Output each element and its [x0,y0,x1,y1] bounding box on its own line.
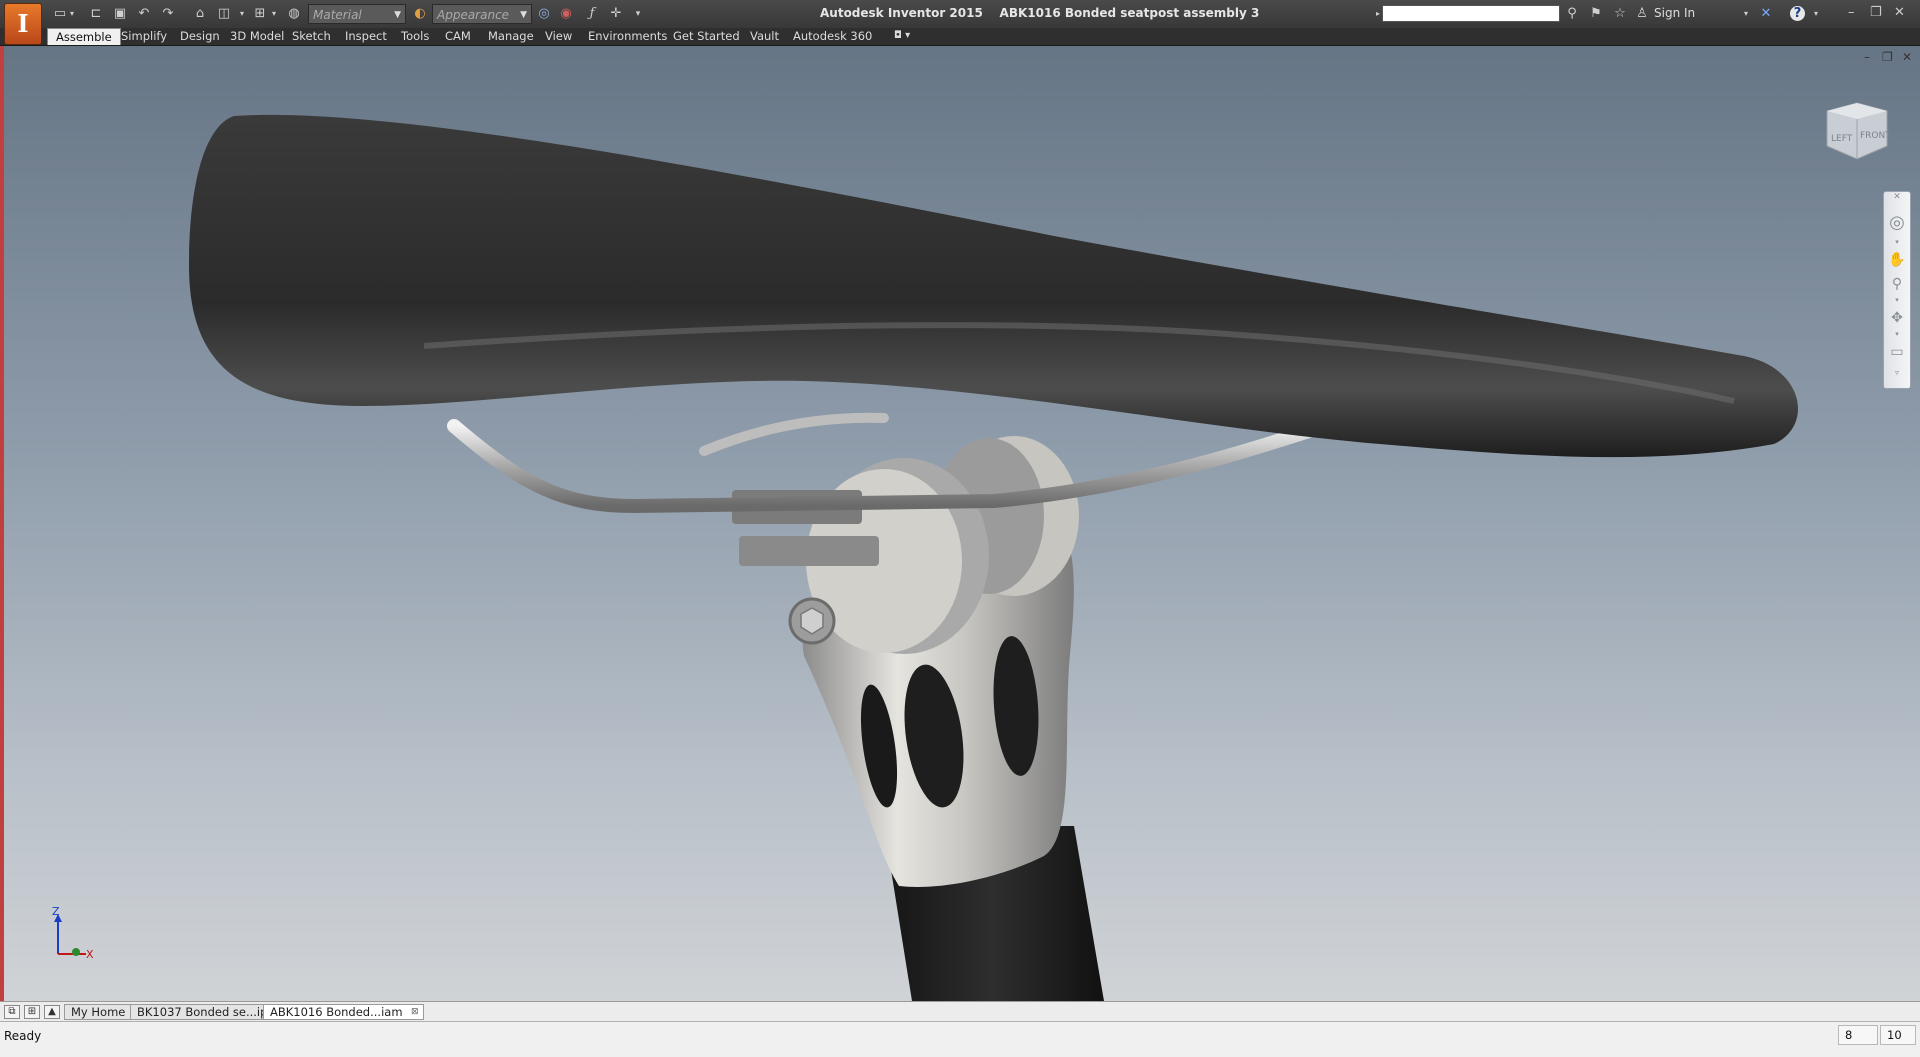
z-axis-label: Z [52,906,60,918]
orbit-dropdown-icon[interactable]: ▾ [1884,330,1910,338]
tab-vault[interactable]: Vault [742,28,787,45]
tab-autodesk-360[interactable]: Autodesk 360 [785,28,880,45]
close-window-icon[interactable]: ✕ [1894,5,1905,20]
tab-design[interactable]: Design [172,28,228,45]
material-placeholder: Material [313,8,362,22]
new-dropdown-icon[interactable]: ▾ [66,5,78,23]
tab-simplify[interactable]: Simplify [113,28,175,45]
status-count-b: 10 [1880,1025,1916,1045]
cascade-windows-icon[interactable]: ⊞ [24,1005,40,1019]
orbit-icon[interactable]: ✥ [1884,310,1910,326]
project-dropdown-icon[interactable]: ▾ [236,5,248,23]
tab-view[interactable]: View [537,28,580,45]
help-button[interactable]: ? [1790,6,1805,21]
tab-list-icon[interactable]: ▲ [44,1005,60,1019]
open-folder-icon[interactable]: ⊏ [86,5,106,23]
appearance-icon[interactable]: ◐ [410,5,430,23]
document-close-icon[interactable]: ✕ [1902,50,1912,64]
update-icon[interactable]: ◍ [284,5,304,23]
clear-appearance-icon[interactable]: ◉ [556,5,576,23]
customize-quick-access-icon[interactable]: ▾ [628,5,648,23]
exchange-apps-icon[interactable]: ✕ [1756,5,1776,23]
adjust-appearance-icon[interactable]: ◎ [534,5,554,23]
doc-tab-label: ABK1016 Bonded...iam [270,1005,403,1019]
minimize-window-icon[interactable]: – [1848,5,1855,20]
undo-icon[interactable]: ↶ [134,5,154,23]
status-bar: Ready 8 10 [0,1021,1920,1057]
tab-3d-model[interactable]: 3D Model [222,28,292,45]
parameters-fx-icon[interactable]: ƒ [582,5,602,23]
navbar-customize-icon[interactable]: ▿ [1884,368,1910,377]
tab-get-started[interactable]: Get Started [665,28,748,45]
application-menu-button[interactable]: I [4,3,42,45]
appearance-dropdown[interactable]: Appearance ▼ [432,4,532,24]
home-view-icon[interactable]: ⌂ [190,5,210,23]
doc-tab-my-home[interactable]: My Home [64,1004,133,1020]
steering-wheel-icon[interactable]: ◎ [1884,212,1910,233]
navbar-close-icon[interactable]: ✕ [1884,192,1910,202]
favorites-star-icon[interactable]: ☆ [1610,5,1630,23]
zoom-icon[interactable]: ⚲ [1884,276,1910,292]
tab-cam[interactable]: CAM [437,28,479,45]
search-binoculars-icon[interactable]: ⚲ [1562,5,1582,23]
viewcube[interactable]: LEFT FRONT [1817,101,1892,166]
tab-assemble[interactable]: Assemble [47,28,121,45]
subscription-icon[interactable]: ⚑ [1586,5,1606,23]
save-icon[interactable]: ▣ [110,5,130,23]
look-at-icon[interactable]: ▭ [1884,344,1910,360]
help-dropdown-icon[interactable]: ▾ [1806,5,1826,23]
tab-tools[interactable]: Tools [393,28,437,45]
ribbon-tab-bar: Assemble Simplify Design 3D Model Sketch… [0,28,1920,46]
graphics-viewport[interactable]: – ❐ ✕ LEFT FRONT ✕ ◎ ▾ ✋ ⚲ ▾ ✥ ▾ ▭ ▿ Z X [0,46,1920,1001]
navigation-bar: ✕ ◎ ▾ ✋ ⚲ ▾ ✥ ▾ ▭ ▿ [1883,191,1911,389]
seatpost-assembly-model[interactable] [4,46,1920,1001]
user-icon: ♙ [1636,6,1648,21]
close-tab-icon[interactable]: ⊠ [411,1005,419,1020]
pan-hand-icon[interactable]: ✋ [1884,252,1910,268]
sign-in-dropdown-icon[interactable]: ▾ [1736,5,1756,23]
tab-environments[interactable]: Environments [580,28,675,45]
status-text: Ready [4,1029,42,1043]
viewcube-left-face[interactable]: LEFT [1831,134,1853,144]
tile-windows-icon[interactable]: ⧉ [4,1005,20,1019]
chevron-down-icon: ▼ [520,10,527,20]
project-icon[interactable]: ◫ [214,5,234,23]
tab-sketch[interactable]: Sketch [284,28,339,45]
measure-icon[interactable]: ✛ [606,5,626,23]
tab-inspect[interactable]: Inspect [337,28,395,45]
document-tab-bar: ⧉ ⊞ ▲ My Home BK1037 Bonded se...ipt ABK… [0,1001,1920,1022]
tab-manage[interactable]: Manage [480,28,542,45]
redo-icon[interactable]: ↷ [158,5,178,23]
select-dropdown-icon[interactable]: ▾ [268,5,280,23]
zoom-dropdown-icon[interactable]: ▾ [1884,296,1910,304]
title-bar: I ▭ ▾ ⊏ ▣ ↶ ↷ ⌂ ◫ ▾ ⊞ ▾ ◍ Material ▼ ◐ A… [0,0,1920,45]
axis-triad: Z X [52,906,94,961]
status-count-a: 8 [1838,1025,1878,1045]
select-icon[interactable]: ⊞ [250,5,270,23]
restore-window-icon[interactable]: ❐ [1870,5,1882,20]
x-axis-label: X [86,948,94,961]
document-minimize-icon[interactable]: – [1864,50,1870,64]
sign-in-link[interactable]: Sign In [1654,6,1695,20]
doc-tab-bk1037[interactable]: BK1037 Bonded se...ipt [130,1004,279,1020]
doc-tab-abk1016[interactable]: ABK1016 Bonded...iam ⊠ [263,1004,424,1020]
appearance-placeholder: Appearance [437,8,510,22]
help-search-input[interactable] [1382,5,1560,22]
window-title: Autodesk Inventor 2015 ABK1016 Bonded se… [820,6,1260,20]
viewcube-front-face[interactable]: FRONT [1860,131,1891,141]
chevron-down-icon: ▼ [394,10,401,20]
steering-wheel-dropdown-icon[interactable]: ▾ [1884,238,1910,246]
ribbon-display-toggle-icon[interactable]: ◘ ▾ [886,28,918,45]
material-dropdown[interactable]: Material ▼ [308,4,406,24]
app-logo-letter: I [17,9,29,38]
document-restore-icon[interactable]: ❐ [1882,50,1893,64]
